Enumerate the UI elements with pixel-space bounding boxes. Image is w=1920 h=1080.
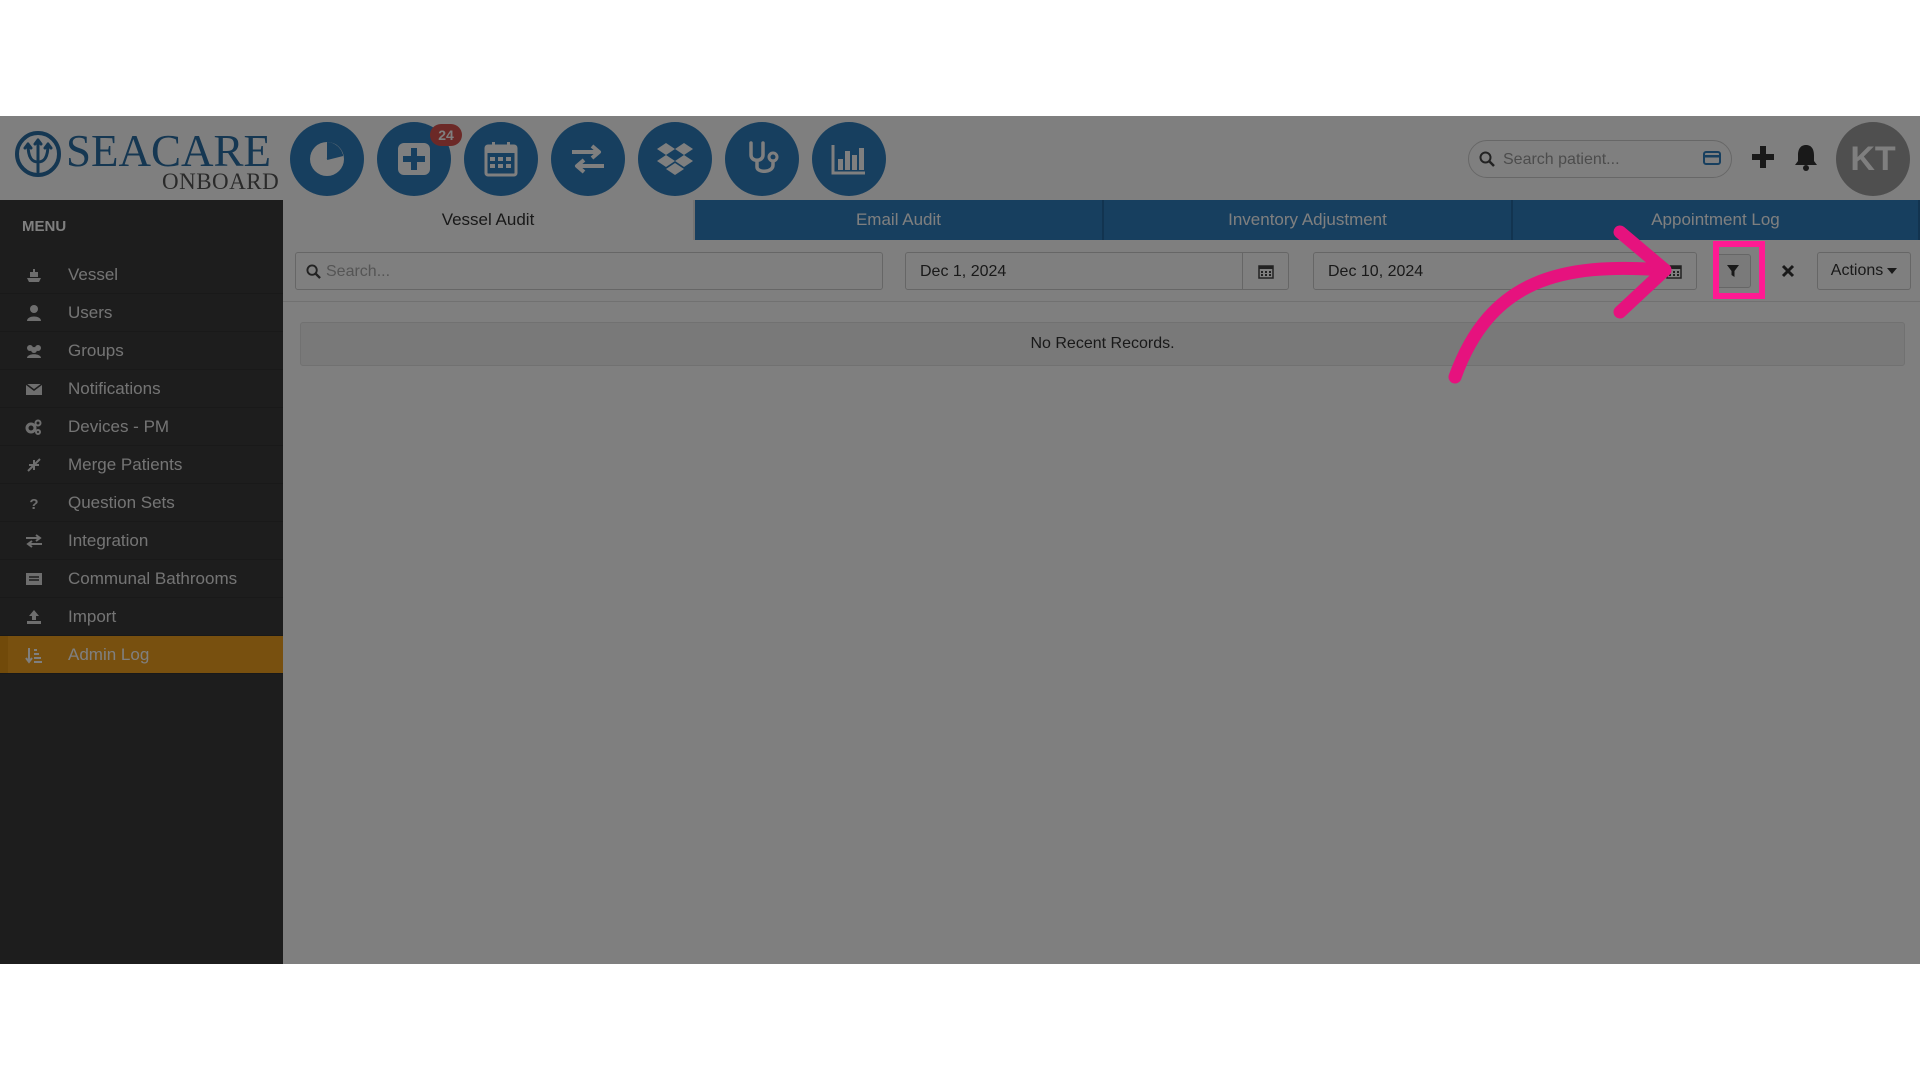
merge-icon [27, 457, 41, 472]
nav-transfer-button[interactable] [551, 122, 625, 196]
sidebar-item-users[interactable]: Users [0, 294, 283, 332]
date-to-input[interactable] [1328, 259, 1648, 285]
actions-dropdown-button[interactable]: Actions [1817, 252, 1911, 290]
tab-vessel-audit[interactable]: Vessel Audit [283, 200, 695, 240]
tab-inventory-adjustment[interactable]: Inventory Adjustment [1104, 200, 1513, 240]
user-icon [27, 304, 41, 321]
sidebar-item-vessel[interactable]: Vessel [0, 256, 283, 294]
screenshot-stage: SEACARE ONBOARD 24 Search patient... KT … [0, 0, 1920, 1080]
nav-dropbox-button[interactable] [638, 122, 712, 196]
sidebar-item-label: Communal Bathrooms [68, 568, 238, 588]
brand-subtitle: ONBOARD [162, 169, 280, 194]
tab-appointment-log[interactable]: Appointment Log [1513, 200, 1920, 240]
date-to-calendar-button[interactable] [1650, 253, 1696, 289]
patient-search-box [1468, 140, 1732, 178]
group-icon [27, 344, 41, 358]
stethoscope-icon [749, 141, 779, 173]
sidebar-list: Vessel Users Groups Notifications Device… [0, 256, 283, 674]
sidebar-item-merge-patients[interactable]: Merge Patients [0, 446, 283, 484]
dashboard-icon [310, 142, 344, 176]
card-icon[interactable] [1703, 151, 1721, 165]
patient-search-input[interactable] [1503, 147, 1693, 173]
sidebar-item-label: Devices - PM [68, 416, 170, 436]
filter-bar: Actions [283, 240, 1920, 302]
cogs-icon [25, 419, 42, 435]
svg-text:?: ? [29, 496, 38, 512]
menu-title: MENU [22, 218, 67, 235]
sidebar-item-communal-bathrooms[interactable]: Communal Bathrooms [0, 560, 283, 598]
ship-icon [27, 268, 41, 282]
sidebar-item-notifications[interactable]: Notifications [0, 370, 283, 408]
filter-icon [1727, 265, 1739, 277]
notification-count-badge: 24 [430, 124, 462, 146]
upload-icon [27, 609, 41, 624]
sidebar-item-import[interactable]: Import [0, 598, 283, 636]
main-content: Vessel Audit Email Audit Inventory Adjus… [283, 200, 1920, 964]
bar-chart-icon [831, 145, 865, 175]
filter-button[interactable] [1715, 254, 1751, 288]
calendar-icon [1257, 265, 1274, 279]
nav-stethoscope-button[interactable] [725, 122, 799, 196]
sidebar-item-label: Admin Log [68, 644, 150, 664]
transfer-icon [572, 144, 604, 174]
sidebar: MENU Vessel Users Groups Notifications D… [0, 200, 283, 964]
empty-records-message: No Recent Records. [1030, 335, 1175, 352]
sort-icon [25, 647, 42, 664]
app-window: SEACARE ONBOARD 24 Search patient... KT … [0, 116, 1920, 964]
app-logo[interactable]: SEACARE ONBOARD [14, 122, 280, 194]
top-bar: SEACARE ONBOARD 24 Search patient... KT [0, 116, 1920, 200]
date-from-picker [905, 252, 1289, 290]
sidebar-item-admin-log[interactable]: Admin Log [0, 636, 283, 674]
calendar-icon [1665, 265, 1682, 279]
actions-label: Actions [1830, 262, 1884, 279]
plus-icon[interactable] [1750, 144, 1776, 170]
search-icon [1479, 151, 1495, 167]
sidebar-item-devices-pm[interactable]: Devices - PM [0, 408, 283, 446]
envelope-icon [25, 382, 43, 395]
nav-reports-button[interactable] [812, 122, 886, 196]
search-icon [306, 264, 321, 279]
exchange-icon [26, 533, 42, 548]
records-panel: No Recent Records. [300, 322, 1905, 366]
sidebar-item-question-sets[interactable]: ? Question Sets [0, 484, 283, 522]
tab-email-audit[interactable]: Email Audit [695, 200, 1104, 240]
sidebar-item-label: Question Sets [68, 492, 175, 512]
clear-filter-button[interactable] [1771, 254, 1805, 288]
sidebar-item-label: Groups [68, 340, 124, 360]
calendar-icon [484, 142, 518, 177]
close-icon [1781, 264, 1795, 278]
date-from-input[interactable] [920, 259, 1240, 285]
dropbox-icon [657, 143, 693, 175]
nav-dashboard-button[interactable] [290, 122, 364, 196]
date-to-picker [1313, 252, 1697, 290]
sidebar-item-label: Vessel [68, 264, 119, 284]
question-icon: ? [29, 496, 38, 512]
sidebar-item-label: Notifications [68, 378, 161, 398]
nav-calendar-button[interactable] [464, 122, 538, 196]
sidebar-item-label: Import [68, 606, 117, 626]
sidebar-item-label: Integration [68, 530, 149, 550]
audit-search-input[interactable] [326, 259, 866, 285]
bell-icon[interactable] [1792, 142, 1820, 172]
audit-search-box [295, 252, 883, 290]
user-avatar[interactable]: KT [1836, 122, 1910, 196]
sidebar-item-label: Users [68, 302, 113, 322]
date-from-calendar-button[interactable] [1242, 253, 1288, 289]
sidebar-item-integration[interactable]: Integration [0, 522, 283, 560]
list-alt-icon [26, 572, 42, 585]
trident-logo-icon [15, 131, 61, 177]
sidebar-item-groups[interactable]: Groups [0, 332, 283, 370]
medical-add-icon [398, 143, 430, 175]
tab-bar: Vessel Audit Email Audit Inventory Adjus… [283, 200, 1920, 240]
sidebar-item-label: Merge Patients [68, 454, 183, 474]
caret-down-icon [1887, 268, 1898, 274]
